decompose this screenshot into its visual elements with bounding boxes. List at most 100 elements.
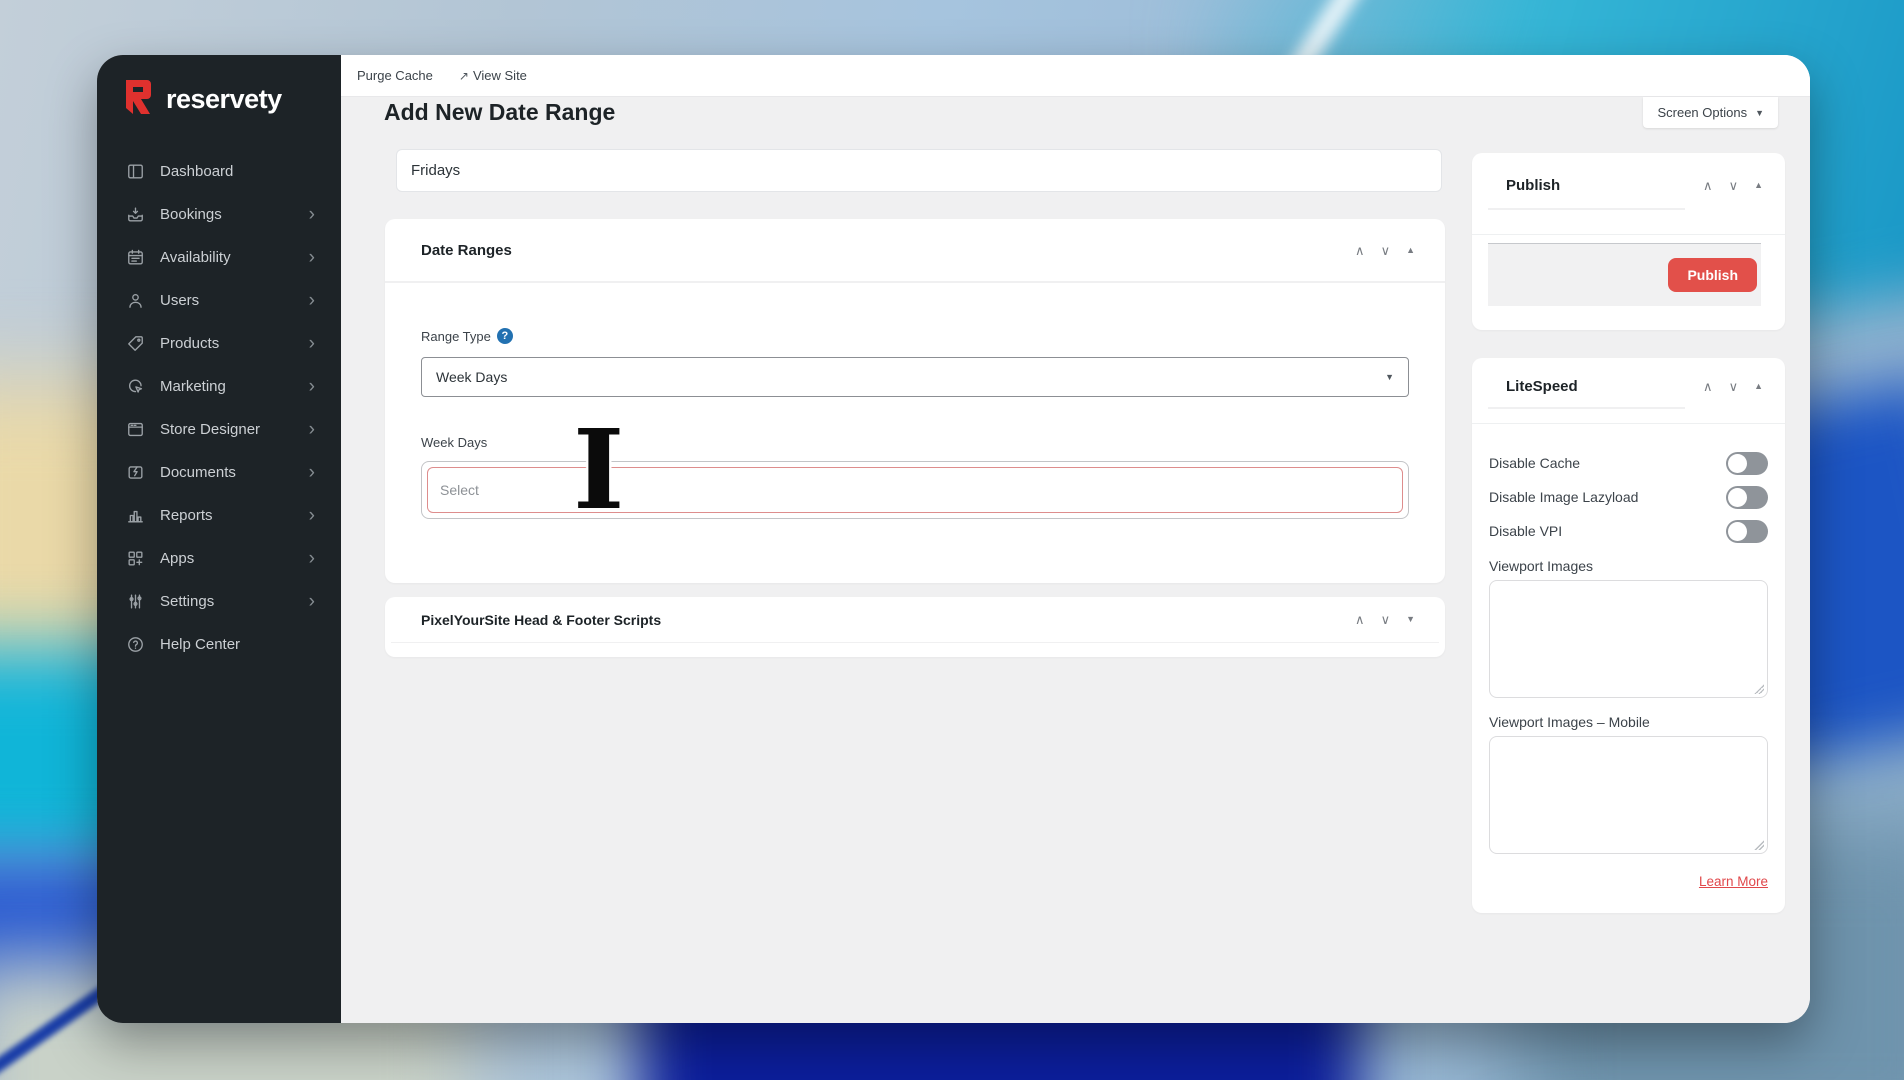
move-down-icon[interactable]: ∨ (1381, 244, 1391, 257)
move-up-icon[interactable]: ∧ (1703, 179, 1713, 192)
week-days-label: Week Days (421, 433, 1409, 451)
collapse-icon[interactable]: ▼ (1406, 615, 1415, 624)
sidebar-item-availability[interactable]: Availability › (97, 236, 341, 279)
sidebar: reservety Dashboard Bookings › Av (97, 55, 341, 1023)
sidebar-item-label: Availability (160, 249, 231, 266)
chevron-right-icon: › (309, 506, 315, 525)
dashboard-icon (125, 162, 145, 182)
publish-header: Publish ∧ ∨ ▲ (1472, 153, 1785, 194)
sidebar-item-label: Help Center (160, 636, 240, 653)
publish-button[interactable]: Publish (1668, 258, 1757, 292)
help-icon[interactable]: ? (497, 328, 513, 344)
logo-text: reservety (166, 84, 282, 115)
chevron-right-icon: › (309, 377, 315, 396)
sidebar-item-label: Store Designer (160, 421, 260, 438)
sidebar-item-dashboard[interactable]: Dashboard (97, 150, 341, 193)
sidebar-nav: Dashboard Bookings › Availability › (97, 130, 341, 666)
resize-grip-icon[interactable] (1754, 684, 1764, 694)
help-center-icon (125, 635, 145, 655)
range-type-selected-value: Week Days (436, 369, 507, 385)
screen-options-label: Screen Options (1657, 105, 1747, 120)
week-days-multiselect-input[interactable]: Select (427, 467, 1403, 513)
collapse-icon[interactable]: ▲ (1754, 382, 1763, 391)
learn-more-link[interactable]: Learn More (1699, 874, 1768, 889)
documents-icon (125, 463, 145, 483)
sidebar-item-users[interactable]: Users › (97, 279, 341, 322)
range-type-select[interactable]: Week Days ▼ (421, 357, 1409, 397)
purge-cache-label: Purge Cache (357, 68, 433, 83)
date-ranges-header: Date Ranges ∧ ∨ ▲ (385, 219, 1445, 283)
move-up-icon[interactable]: ∧ (1355, 244, 1365, 257)
sidebar-item-reports[interactable]: Reports › (97, 494, 341, 537)
reports-icon (125, 506, 145, 526)
divider (391, 642, 1439, 643)
move-down-icon[interactable]: ∨ (1381, 613, 1391, 626)
view-site-link[interactable]: ↗ View Site (459, 68, 527, 83)
litespeed-header: LiteSpeed ∧ ∨ ▲ (1472, 358, 1785, 395)
panel-controls: ∧ ∨ ▲ (1703, 380, 1763, 393)
viewport-images-textarea[interactable] (1489, 580, 1768, 698)
store-designer-icon (125, 420, 145, 440)
chevron-right-icon: › (309, 463, 315, 482)
range-type-label: Range Type ? (421, 327, 1409, 345)
admin-topbar: Purge Cache ↗ View Site (341, 55, 1810, 97)
publish-title: Publish (1506, 177, 1560, 194)
disable-cache-toggle[interactable] (1726, 452, 1768, 475)
sidebar-item-label: Settings (160, 593, 214, 610)
purge-cache-link[interactable]: Purge Cache (357, 68, 433, 83)
sidebar-item-marketing[interactable]: Marketing › (97, 365, 341, 408)
logo[interactable]: reservety (97, 55, 341, 130)
screen-options-button[interactable]: Screen Options ▼ (1643, 97, 1778, 128)
availability-icon (125, 248, 145, 268)
sidebar-item-store-designer[interactable]: Store Designer › (97, 408, 341, 451)
week-days-placeholder: Select (440, 482, 479, 498)
resize-grip-icon[interactable] (1754, 840, 1764, 850)
litespeed-panel: LiteSpeed ∧ ∨ ▲ Disable Cache Disable Im… (1472, 358, 1785, 913)
sidebar-item-help-center[interactable]: Help Center (97, 623, 341, 666)
week-days-label-text: Week Days (421, 435, 487, 450)
date-range-title-input[interactable] (396, 149, 1442, 192)
sidebar-item-label: Dashboard (160, 163, 233, 180)
viewport-images-mobile-textarea[interactable] (1489, 736, 1768, 854)
disable-image-lazyload-label: Disable Image Lazyload (1489, 489, 1638, 505)
disable-image-lazyload-row: Disable Image Lazyload (1489, 480, 1768, 514)
sidebar-item-documents[interactable]: Documents › (97, 451, 341, 494)
users-icon (125, 291, 145, 311)
caret-down-icon: ▼ (1385, 372, 1394, 382)
move-up-icon[interactable]: ∧ (1355, 613, 1365, 626)
viewport-images-mobile-label: Viewport Images – Mobile (1489, 714, 1768, 730)
chevron-right-icon: › (309, 592, 315, 611)
move-up-icon[interactable]: ∧ (1703, 380, 1713, 393)
sidebar-item-settings[interactable]: Settings › (97, 580, 341, 623)
sidebar-item-products[interactable]: Products › (97, 322, 341, 365)
disable-image-lazyload-toggle[interactable] (1726, 486, 1768, 509)
bookings-icon (125, 205, 145, 225)
sidebar-item-label: Documents (160, 464, 236, 481)
chevron-right-icon: › (309, 549, 315, 568)
caret-down-icon: ▼ (1755, 108, 1764, 118)
apps-icon (125, 549, 145, 569)
litespeed-body: Disable Cache Disable Image Lazyload Dis… (1472, 424, 1785, 889)
chevron-right-icon: › (309, 334, 315, 353)
week-days-multiselect[interactable]: Select (421, 461, 1409, 519)
publish-panel: Publish ∧ ∨ ▲ Publish (1472, 153, 1785, 330)
panel-controls: ∧ ∨ ▼ (1355, 613, 1415, 626)
sidebar-item-label: Users (160, 292, 199, 309)
move-down-icon[interactable]: ∨ (1729, 380, 1739, 393)
chevron-right-icon: › (309, 205, 315, 224)
disable-vpi-toggle[interactable] (1726, 520, 1768, 543)
collapse-icon[interactable]: ▲ (1754, 181, 1763, 190)
move-down-icon[interactable]: ∨ (1729, 179, 1739, 192)
range-type-label-text: Range Type (421, 329, 491, 344)
main-area: Purge Cache ↗ View Site Screen Options ▼… (341, 55, 1810, 1023)
pixelyoursite-panel: PixelYourSite Head & Footer Scripts ∧ ∨ … (385, 597, 1445, 657)
disable-vpi-label: Disable VPI (1489, 523, 1562, 539)
sidebar-item-label: Reports (160, 507, 213, 524)
learn-more-row: Learn More (1489, 874, 1768, 889)
collapse-icon[interactable]: ▲ (1406, 246, 1415, 255)
sidebar-item-apps[interactable]: Apps › (97, 537, 341, 580)
sidebar-item-bookings[interactable]: Bookings › (97, 193, 341, 236)
panel-controls: ∧ ∨ ▲ (1703, 179, 1763, 192)
sidebar-item-label: Bookings (160, 206, 222, 223)
page-title: Add New Date Range (384, 99, 615, 126)
